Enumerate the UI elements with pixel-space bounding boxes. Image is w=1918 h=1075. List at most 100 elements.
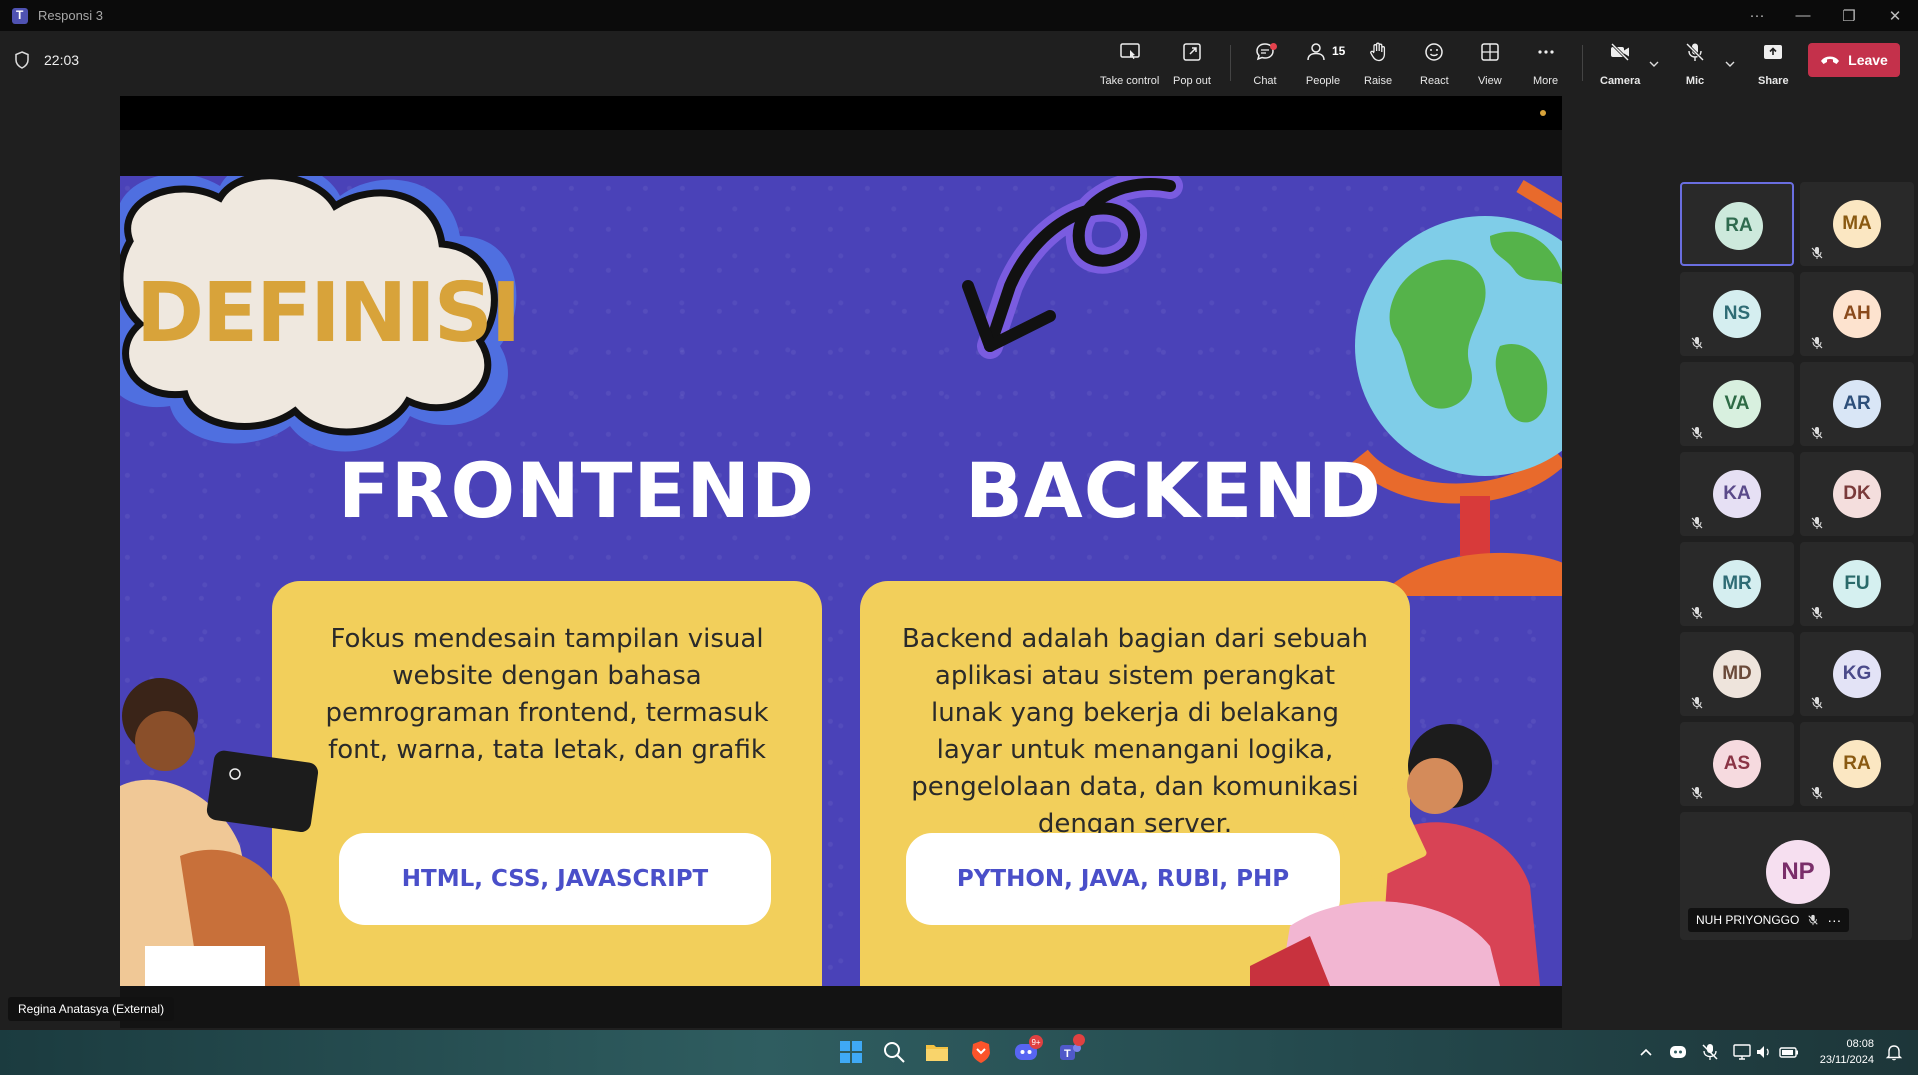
people-label: People <box>1305 75 1341 87</box>
mic-off-icon <box>1691 607 1703 619</box>
chat-label: Chat <box>1253 75 1277 87</box>
participant-tile[interactable]: VA <box>1680 362 1794 446</box>
participant-tile[interactable]: NS <box>1680 272 1794 356</box>
close-button[interactable]: ✕ <box>1872 0 1918 31</box>
chat-notification-dot <box>1270 43 1277 50</box>
more-button[interactable]: More <box>1533 41 1558 87</box>
featured-participant-tile[interactable]: NP NUH PRIYONGGO ··· <box>1680 812 1912 940</box>
teams-app-icon <box>12 7 28 24</box>
people-count: 15 <box>1332 44 1346 58</box>
chat-button[interactable]: Chat <box>1252 41 1278 87</box>
backend-heading: BACKEND <box>965 446 1383 535</box>
avatar: DK <box>1833 470 1881 518</box>
mic-off-icon <box>1811 607 1823 619</box>
take-control-icon <box>1119 43 1140 60</box>
camera-options-chevron-down-icon[interactable] <box>1647 57 1661 71</box>
participant-tile[interactable]: FU <box>1800 542 1914 626</box>
person-with-tablet-illustration-icon <box>120 678 319 986</box>
participant-more-options-icon[interactable]: ··· <box>1827 912 1841 928</box>
participant-tile[interactable]: AS <box>1680 722 1794 806</box>
mic-button[interactable]: Mic <box>1684 41 1706 87</box>
avatar: VA <box>1713 380 1761 428</box>
mic-label: Mic <box>1685 75 1705 87</box>
participant-tile[interactable]: RA <box>1800 722 1914 806</box>
participant-tile[interactable]: RA <box>1680 182 1794 266</box>
phone-hangup-icon <box>1821 56 1840 64</box>
more-options-icon[interactable]: ··· <box>1734 0 1780 31</box>
toolbar-divider <box>1582 45 1583 81</box>
brave-browser-icon[interactable] <box>968 1039 994 1065</box>
system-clock[interactable]: 08:08 23/11/2024 <box>1820 1036 1874 1068</box>
timer-text: 22:03 <box>44 52 80 68</box>
windows-start-icon[interactable] <box>838 1039 864 1065</box>
people-icon <box>1307 43 1325 61</box>
pop-out-label: Pop out <box>1173 75 1211 87</box>
presenter-name-label: Regina Anatasya (External) <box>8 997 175 1021</box>
discord-tray-icon[interactable] <box>1668 1042 1688 1062</box>
participant-tile[interactable]: MA <box>1800 182 1914 266</box>
avatar: KA <box>1713 470 1761 518</box>
mic-off-icon <box>1691 337 1703 349</box>
teams-notification-dot <box>1073 1034 1085 1046</box>
title-bar: Responsi 3 ··· — ❐ ✕ <box>0 0 1918 31</box>
avatar: NP <box>1766 840 1830 904</box>
mic-off-icon <box>1691 787 1703 799</box>
participant-tile[interactable]: MD <box>1680 632 1794 716</box>
window-title: Responsi 3 <box>38 8 104 23</box>
volume-icon[interactable] <box>1754 1042 1774 1062</box>
camera-label: Camera <box>1600 75 1641 87</box>
participant-tile[interactable]: AR <box>1800 362 1914 446</box>
mic-off-icon <box>1811 517 1823 529</box>
mic-muted-tray-icon[interactable] <box>1700 1042 1720 1062</box>
network-icon[interactable] <box>1732 1042 1752 1062</box>
mic-options-chevron-down-icon[interactable] <box>1723 57 1737 71</box>
slide-title: DEFINISI <box>136 266 521 361</box>
mic-off-icon <box>1811 427 1823 439</box>
camera-button[interactable]: Camera <box>1600 41 1640 87</box>
shield-icon <box>15 51 29 69</box>
leave-button[interactable]: Leave <box>1808 43 1900 77</box>
participant-tile[interactable]: MR <box>1680 542 1794 626</box>
minimize-button[interactable]: — <box>1780 0 1826 31</box>
stage-band <box>120 130 1562 176</box>
mic-off-icon <box>1811 787 1823 799</box>
participant-tile[interactable]: KA <box>1680 452 1794 536</box>
mic-off-icon <box>1811 697 1823 709</box>
avatar: AR <box>1833 380 1881 428</box>
frontend-tech-pill: HTML, CSS, JAVASCRIPT <box>339 833 771 925</box>
share-button[interactable]: Share <box>1758 41 1789 87</box>
mic-off-icon <box>1685 42 1705 62</box>
avatar: KG <box>1833 650 1881 698</box>
more-label: More <box>1533 75 1559 87</box>
participant-name-chip: NUH PRIYONGGO ··· <box>1688 908 1850 932</box>
search-icon[interactable] <box>881 1039 907 1065</box>
restore-button[interactable]: ❐ <box>1826 0 1872 31</box>
people-button[interactable]: 15 People <box>1303 41 1346 87</box>
svg-text:T: T <box>1064 1048 1071 1060</box>
frontend-card: Fokus mendesain tampilan visual website … <box>272 581 822 986</box>
react-button[interactable]: React <box>1420 41 1449 87</box>
avatar: NS <box>1713 290 1761 338</box>
notification-bell-icon[interactable] <box>1884 1042 1904 1062</box>
stage-top-bar <box>120 96 1562 130</box>
pop-out-button[interactable]: Pop out <box>1173 41 1211 87</box>
participant-tile[interactable]: KG <box>1800 632 1914 716</box>
mic-off-icon <box>1691 697 1703 709</box>
smiley-icon <box>1425 43 1444 61</box>
meeting-toolbar: 22:03 Take control Pop out Chat 15 Peopl… <box>0 31 1918 93</box>
grid-icon <box>1481 43 1499 61</box>
clock-time: 08:08 <box>1846 1038 1874 1050</box>
participant-tile[interactable]: DK <box>1800 452 1914 536</box>
show-hidden-icons-chevron-up-icon[interactable] <box>1636 1042 1656 1062</box>
battery-icon[interactable] <box>1778 1042 1800 1062</box>
avatar: RA <box>1833 740 1881 788</box>
raise-hand-button[interactable]: Raise <box>1364 41 1392 87</box>
take-control-button[interactable]: Take control <box>1100 41 1159 87</box>
frontend-heading: FRONTEND <box>338 446 816 535</box>
person-with-laptop-illustration-icon <box>1250 724 1540 986</box>
participant-tile[interactable]: AH <box>1800 272 1914 356</box>
take-control-label: Take control <box>1100 75 1160 87</box>
mic-off-icon <box>1811 337 1823 349</box>
file-explorer-icon[interactable] <box>924 1039 950 1065</box>
view-button[interactable]: View <box>1478 41 1502 87</box>
